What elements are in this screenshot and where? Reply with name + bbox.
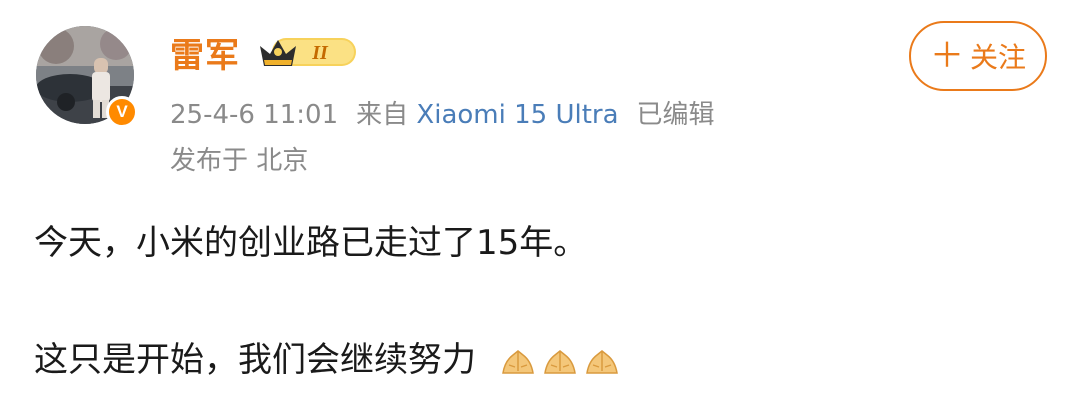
edited-label[interactable]: 已编辑 (637, 100, 715, 130)
avatar[interactable]: V (36, 26, 138, 128)
pinched-hands-emoji-icon (543, 349, 576, 374)
post-text-line-2: 这只是开始，我们会继续努力 (34, 332, 621, 381)
device-link[interactable]: Xiaomi 15 Ultra (416, 100, 618, 130)
post-location: 发布于 北京 (170, 146, 309, 176)
post-timestamp: 25-4-6 11:01 (170, 100, 339, 130)
pinched-hands-emoji-icon (585, 349, 618, 374)
verified-badge-icon: V (106, 96, 138, 128)
post-text-line-1: 今天，小米的创业路已走过了15年。 (34, 223, 588, 263)
post-text-line-2-text: 这只是开始，我们会继续努力 (34, 340, 476, 380)
vip-level: II (311, 42, 329, 64)
source-prefix: 来自 (356, 100, 409, 130)
emoji-group (499, 347, 621, 377)
post-meta: 25-4-6 11:01 来自 Xiaomi 15 Ultra 已编辑 (170, 94, 715, 131)
follow-button[interactable]: ＋ 关注 (909, 21, 1047, 91)
vip-crown-badge-icon[interactable]: II (258, 32, 358, 70)
plus-icon: ＋ (929, 36, 964, 76)
follow-button-label: 关注 (969, 41, 1026, 74)
pinched-hands-emoji-icon (501, 349, 534, 374)
author-name[interactable]: 雷军 (170, 28, 240, 77)
